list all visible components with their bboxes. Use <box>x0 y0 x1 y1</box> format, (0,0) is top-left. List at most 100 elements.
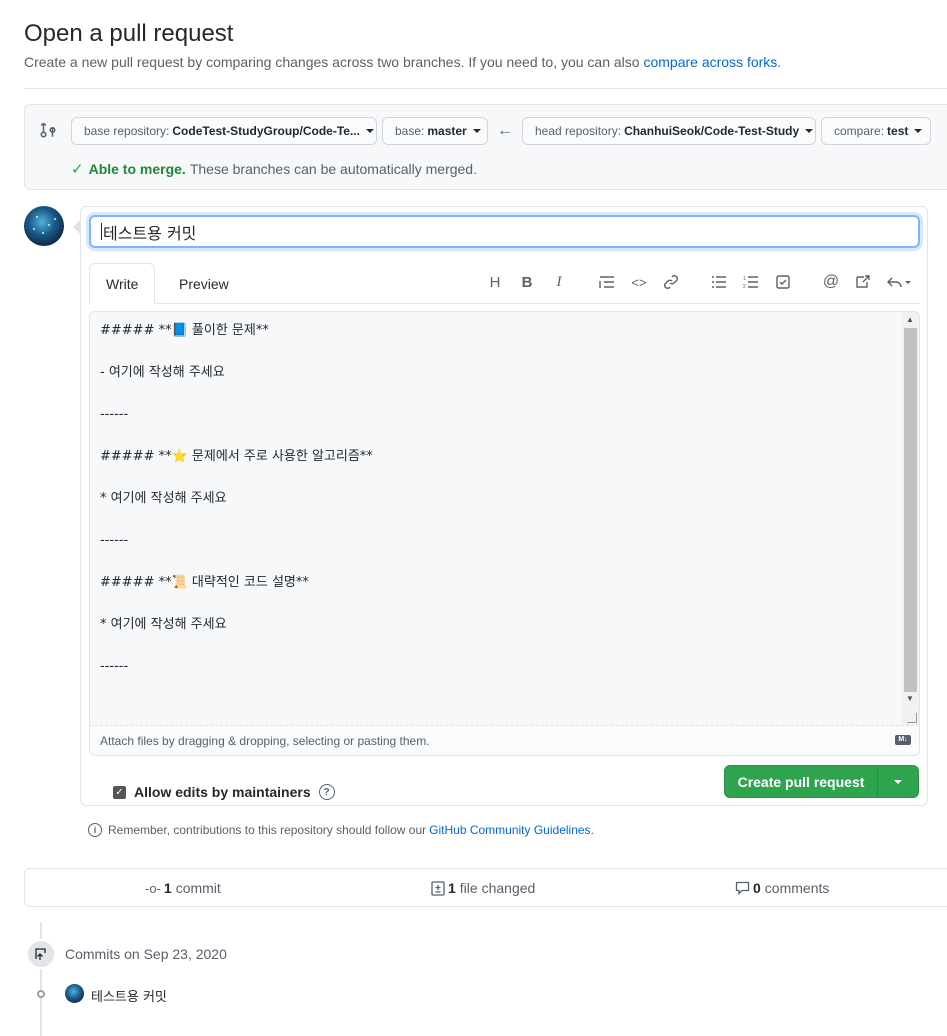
guidelines-end: . <box>590 823 594 837</box>
chevron-down-icon <box>472 129 481 133</box>
svg-text:2: 2 <box>743 284 746 289</box>
check-icon: ✓ <box>71 161 84 178</box>
git-compare-icon <box>40 122 56 138</box>
file-diff-icon <box>431 880 445 896</box>
scroll-up-icon[interactable]: ▲ <box>906 315 914 324</box>
info-icon: i <box>88 823 102 837</box>
editor-scrollbar[interactable]: ▲ ▼ <box>902 312 919 725</box>
body-line: - 여기에 작성해 주세요 <box>100 365 225 380</box>
attach-files-text: Attach files by dragging & dropping, sel… <box>100 733 430 748</box>
files-label: file changed <box>459 880 536 896</box>
base-branch-select[interactable]: base: master <box>382 117 488 145</box>
pr-title-value: 테스트용 커밋 <box>103 223 197 243</box>
base-repository-value: CodeTest-StudyGroup/Code-Te... <box>172 124 360 138</box>
tab-write[interactable]: Write <box>89 263 156 305</box>
guidelines-text: Remember, contributions to this reposito… <box>108 823 427 837</box>
user-avatar <box>24 206 64 246</box>
body-line: ##### **📘 풀이한 문제** <box>100 323 269 338</box>
commit-author-avatar[interactable] <box>65 984 84 1003</box>
cross-reference-icon[interactable] <box>852 271 874 293</box>
base-repository-label: base repository: <box>84 124 170 138</box>
comments-label: comments <box>764 880 830 896</box>
community-guidelines-note: i Remember, contributions to this reposi… <box>88 823 594 837</box>
scroll-down-icon[interactable]: ▼ <box>906 694 914 703</box>
head-repository-select[interactable]: head repository: ChanhuiSeok/Code-Test-S… <box>522 117 816 145</box>
unordered-list-icon[interactable] <box>708 271 730 293</box>
compare-across-forks-link[interactable]: compare across forks <box>643 54 777 70</box>
community-guidelines-link[interactable]: GitHub Community Guidelines <box>429 823 590 837</box>
markdown-icon[interactable]: M↓ <box>895 735 911 745</box>
compare-branch-value: test <box>887 124 909 138</box>
body-line: ------ <box>100 659 129 674</box>
allow-edits-checkbox[interactable]: ✓ <box>113 785 126 799</box>
base-repository-select[interactable]: base repository: CodeTest-StudyGroup/Cod… <box>71 117 377 145</box>
merge-status: ✓ Able to merge. These branches can be a… <box>71 160 477 178</box>
body-line: ------ <box>100 533 129 548</box>
ordered-list-icon[interactable]: 12 <box>740 271 762 293</box>
commits-tab[interactable]: -o- 1 commit <box>145 880 221 896</box>
commits-count: 1 <box>163 880 172 896</box>
question-icon[interactable]: ? <box>318 784 335 800</box>
task-list-icon[interactable] <box>772 271 794 293</box>
pr-body-textarea[interactable]: ##### **📘 풀이한 문제** - 여기에 작성해 주세요 ------ … <box>89 311 920 756</box>
commits-date-heading: Commits on Sep 23, 2020 <box>65 946 227 962</box>
files-changed-tab[interactable]: 1 file changed <box>431 880 535 896</box>
repo-push-icon <box>26 939 56 969</box>
git-commit-icon: -o- <box>145 880 161 896</box>
files-count: 1 <box>448 880 456 896</box>
chevron-down-icon <box>805 129 814 133</box>
text-cursor <box>101 223 102 240</box>
allow-edits-option[interactable]: ✓ Allow edits by maintainers ? <box>113 784 335 800</box>
pr-stats-bar: -o- 1 commit 1 file changed 0 comments <box>24 868 947 907</box>
arrow-left-icon: ← <box>497 122 513 139</box>
body-line: * 여기에 작성해 주세요 <box>100 491 227 506</box>
commits-label: commit <box>175 880 221 896</box>
editor-tabs: Write Preview H B I <> 12 @ <box>89 263 920 305</box>
allow-edits-label: Allow edits by maintainers <box>134 784 311 800</box>
link-icon[interactable] <box>660 271 682 293</box>
subtitle-text: Create a new pull request by comparing c… <box>24 54 640 70</box>
heading-icon[interactable]: H <box>484 271 506 293</box>
create-pull-request-button-group: Create pull request <box>724 765 919 798</box>
chevron-down-icon <box>894 779 902 784</box>
comment-icon <box>735 881 750 895</box>
git-commit-node-icon <box>33 988 49 1000</box>
create-pull-request-button[interactable]: Create pull request <box>725 766 878 797</box>
chevron-down-icon <box>914 129 923 133</box>
chevron-down-icon <box>365 129 374 133</box>
page-title: Open a pull request <box>24 20 234 47</box>
svg-text:1: 1 <box>743 276 746 282</box>
bold-icon[interactable]: B <box>516 271 538 293</box>
quote-icon[interactable] <box>596 271 618 293</box>
base-branch-value: master <box>427 124 467 138</box>
body-line: ##### **⭐ 문제에서 주로 사용한 알고리즘** <box>100 449 373 464</box>
header-divider <box>24 88 947 89</box>
mention-icon[interactable]: @ <box>820 271 842 293</box>
comments-tab[interactable]: 0 comments <box>735 880 829 896</box>
commit-message-link[interactable]: 테스트용 커밋 <box>91 986 167 1005</box>
head-repository-label: head repository: <box>535 124 622 138</box>
resize-handle-icon[interactable] <box>907 713 917 723</box>
italic-icon[interactable]: I <box>548 271 570 293</box>
saved-reply-icon[interactable] <box>884 271 914 293</box>
range-editor: base repository: CodeTest-StudyGroup/Cod… <box>24 104 947 190</box>
scrollbar-thumb[interactable] <box>904 328 917 692</box>
compare-branch-select[interactable]: compare: test <box>821 117 931 145</box>
pr-body-content: ##### **📘 풀이한 문제** - 여기에 작성해 주세요 ------ … <box>100 320 373 698</box>
create-options-dropdown[interactable] <box>878 766 918 797</box>
pull-request-form: 테스트용 커밋 Write Preview H B I <> 12 @ ####… <box>73 206 928 806</box>
head-repository-value: ChanhuiSeok/Code-Test-Study <box>624 124 800 138</box>
page-subtitle: Create a new pull request by comparing c… <box>24 54 781 70</box>
base-branch-label: base: <box>395 124 425 138</box>
compare-branch-label: compare: <box>834 124 885 138</box>
attach-files-bar[interactable]: Attach files by dragging & dropping, sel… <box>90 725 919 755</box>
tab-preview[interactable]: Preview <box>163 263 245 304</box>
body-line: ##### **📜 대략적인 코드 설명** <box>100 575 309 590</box>
body-line: ------ <box>100 407 129 422</box>
comments-count: 0 <box>753 880 761 896</box>
code-icon[interactable]: <> <box>628 271 650 293</box>
merge-ok-label: Able to merge. <box>88 161 186 177</box>
pr-title-input[interactable]: 테스트용 커밋 <box>89 215 920 248</box>
body-line: * 여기에 작성해 주세요 <box>100 617 227 632</box>
merge-status-text: These branches can be automatically merg… <box>189 161 477 177</box>
